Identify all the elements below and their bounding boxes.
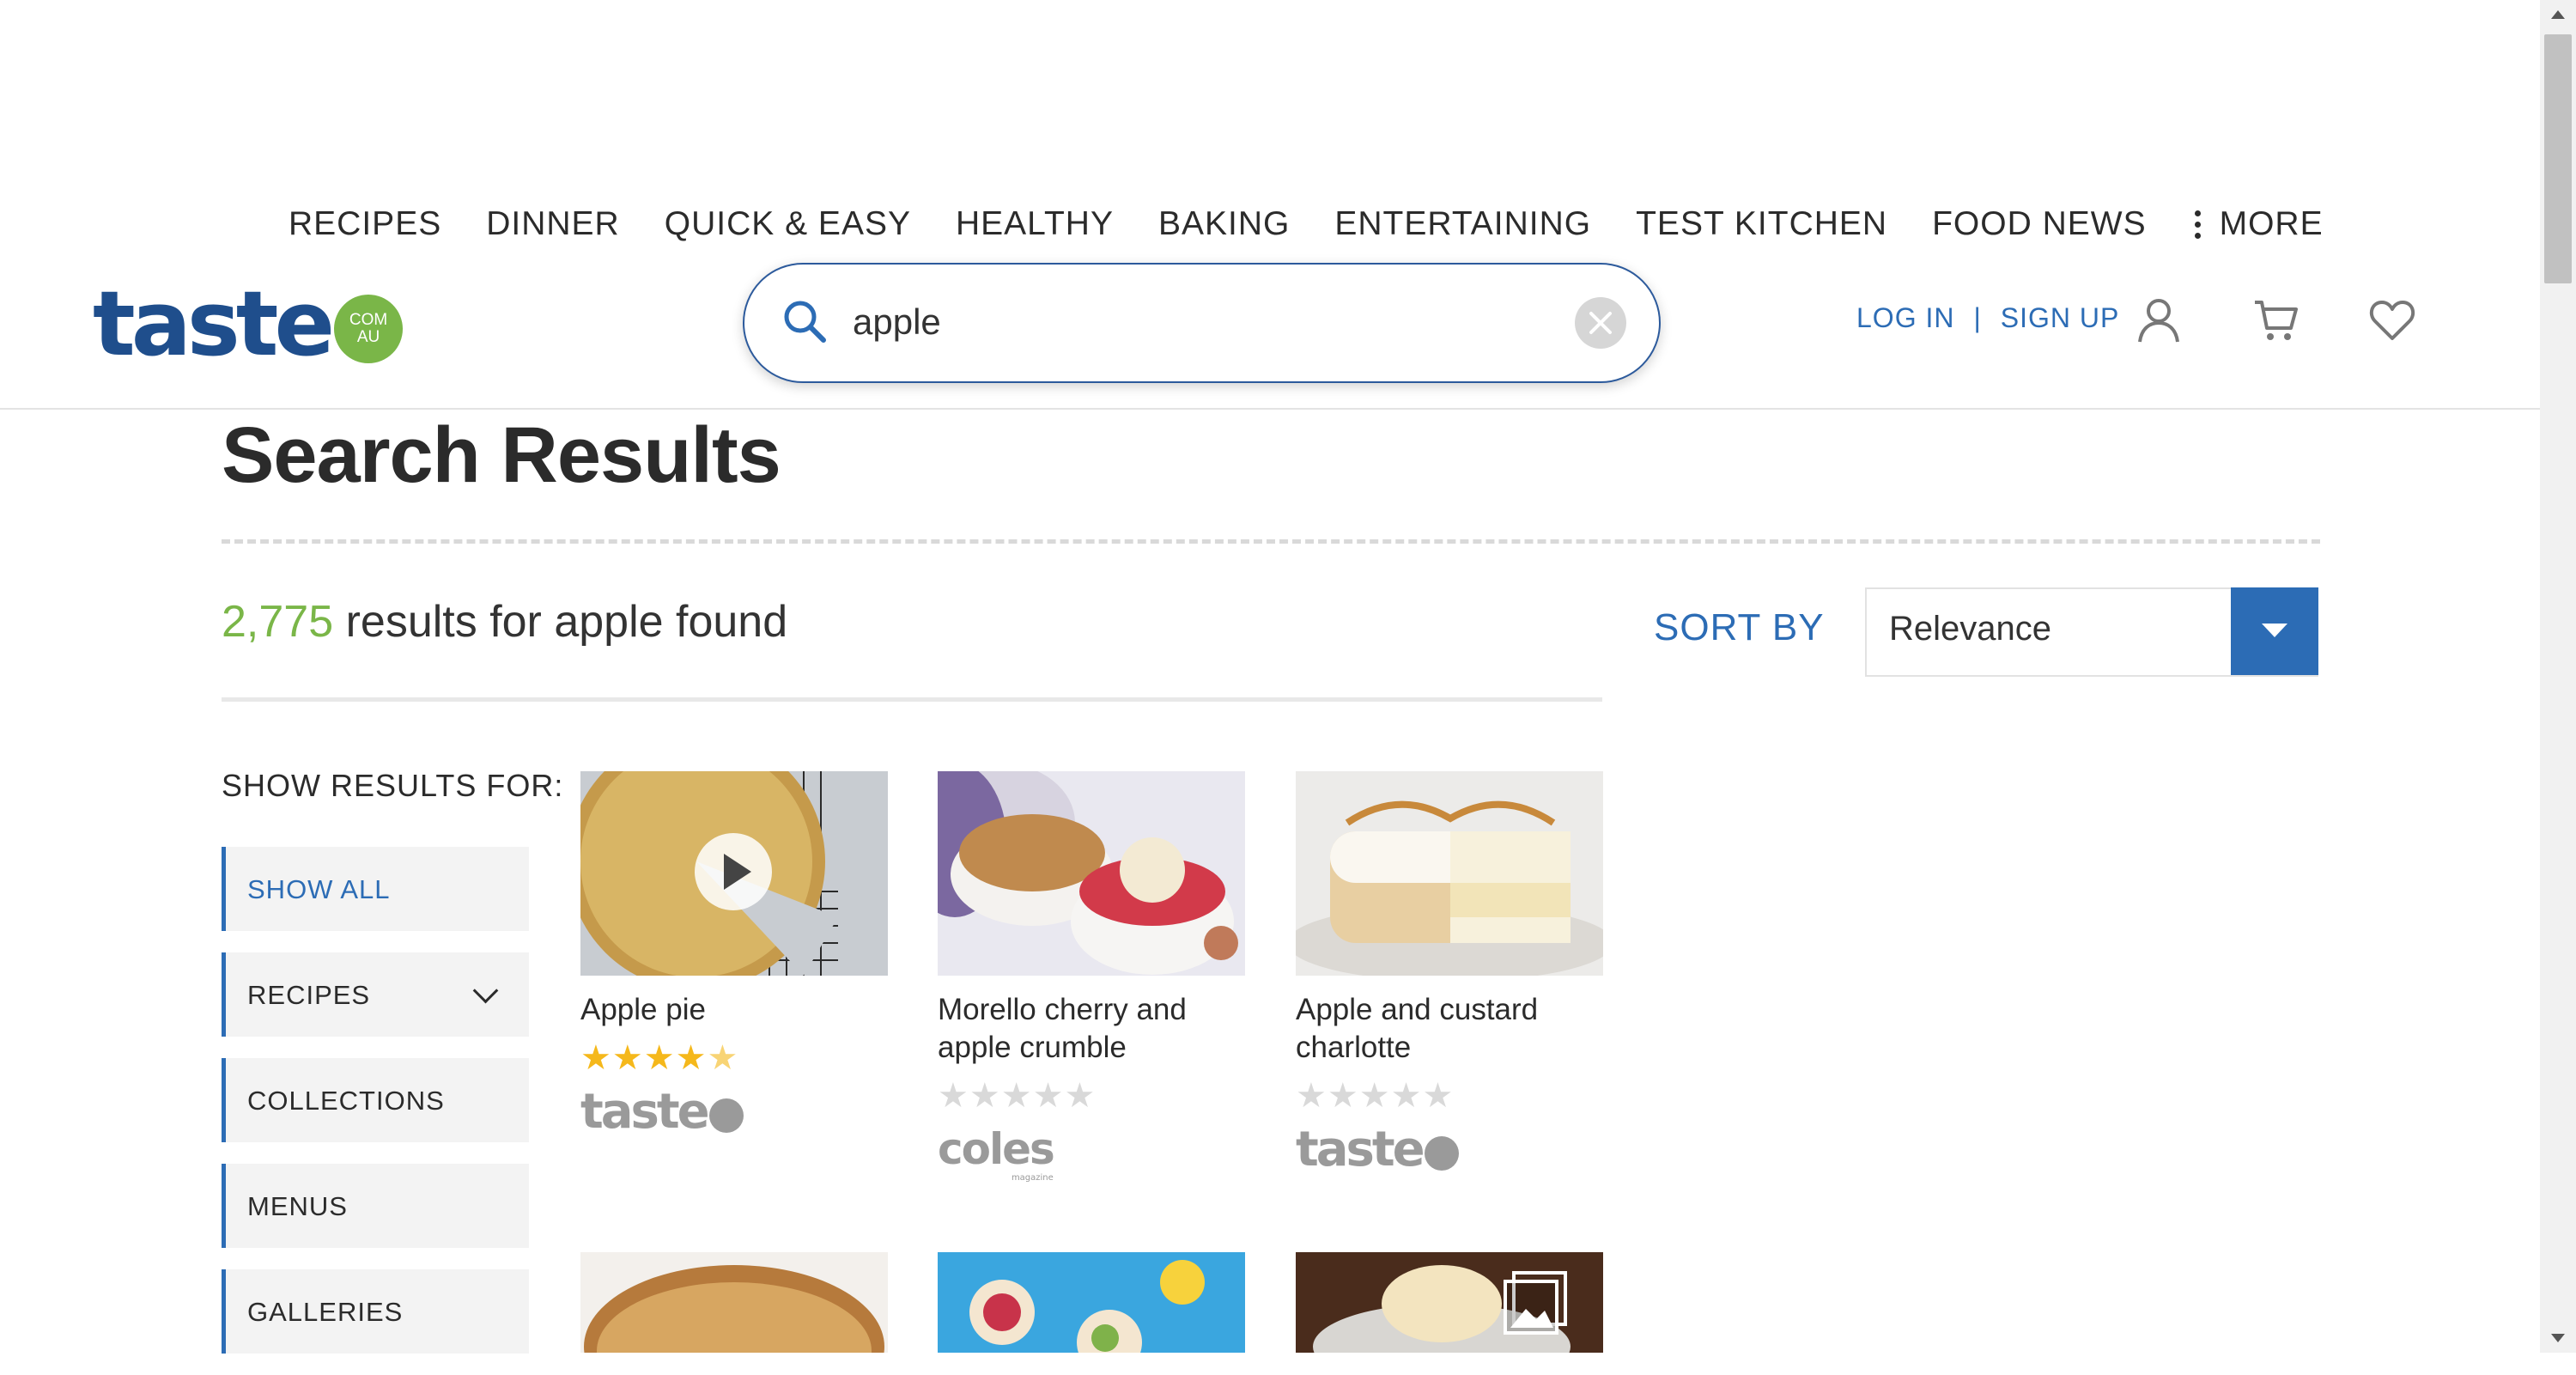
results-count: 2,775 results for apple found bbox=[222, 596, 787, 648]
search-input[interactable]: apple bbox=[853, 294, 941, 350]
sort-select[interactable]: Relevance bbox=[1865, 587, 2318, 677]
nav-entertaining[interactable]: ENTERTAINING bbox=[1334, 205, 1591, 243]
results-text: results for apple found bbox=[333, 597, 788, 647]
result-card[interactable]: Morello cherry and apple crumble ★★★★★ c… bbox=[938, 771, 1245, 1183]
recipe-image[interactable] bbox=[1296, 771, 1603, 976]
nav-baking[interactable]: BAKING bbox=[1158, 205, 1290, 243]
recipe-title[interactable]: Morello cherry and apple crumble bbox=[938, 991, 1245, 1067]
brand-coles-wordmark: coles magazine bbox=[938, 1124, 1055, 1183]
filter-label: SHOW ALL bbox=[247, 874, 391, 904]
page-title: Search Results bbox=[222, 411, 781, 499]
recipe-image[interactable] bbox=[1296, 1252, 1603, 1353]
title-divider bbox=[222, 539, 2320, 544]
login-link[interactable]: LOG IN bbox=[1856, 302, 1954, 334]
nav-dinner[interactable]: DINNER bbox=[486, 205, 620, 243]
recipe-image[interactable] bbox=[938, 771, 1245, 976]
filter-label: RECIPES bbox=[247, 980, 371, 1010]
filter-title: SHOW RESULTS FOR: bbox=[222, 768, 564, 803]
logo-badge-com: COM bbox=[349, 311, 388, 330]
filter-collections[interactable]: COLLECTIONS bbox=[222, 1058, 529, 1142]
heart-icon[interactable] bbox=[2368, 295, 2416, 344]
nav-recipes[interactable]: RECIPES bbox=[289, 205, 441, 243]
gallery-icon bbox=[1504, 1271, 1567, 1335]
sort-by-label: SORT BY bbox=[1654, 606, 1825, 648]
recipe-title[interactable]: Apple and custard charlotte bbox=[1296, 991, 1603, 1067]
brand-taste-wordmark: taste bbox=[580, 1083, 710, 1140]
recipe-image[interactable] bbox=[580, 771, 888, 976]
scroll-up-arrow[interactable] bbox=[2551, 10, 2565, 19]
brand-coles-name: coles bbox=[938, 1124, 1055, 1174]
clear-search-button[interactable] bbox=[1575, 297, 1626, 349]
page-scrollbar[interactable] bbox=[2540, 0, 2576, 1353]
sort-select-value: Relevance bbox=[1889, 610, 2052, 648]
nav-more[interactable]: MORE bbox=[2191, 205, 2324, 243]
result-card[interactable] bbox=[1296, 1252, 1603, 1353]
search-box[interactable]: apple bbox=[743, 263, 1661, 383]
result-card[interactable] bbox=[580, 1252, 888, 1353]
main-navigation: RECIPES DINNER QUICK & EASY HEALTHY BAKI… bbox=[289, 198, 2368, 251]
filter-label: MENUS bbox=[247, 1191, 348, 1221]
taste-logo[interactable]: taste COM AU bbox=[93, 271, 404, 376]
chevron-down-icon bbox=[472, 977, 499, 1004]
charlotte-photo bbox=[1296, 771, 1603, 976]
logo-badge-au: AU bbox=[356, 328, 380, 346]
logo-wordmark: taste bbox=[93, 271, 335, 376]
nav-quick-easy[interactable]: QUICK & EASY bbox=[665, 205, 911, 243]
crumble-photo bbox=[938, 771, 1245, 976]
brand-logo: taste bbox=[1296, 1121, 1603, 1177]
nav-healthy[interactable]: HEALTHY bbox=[956, 205, 1114, 243]
nav-test-kitchen[interactable]: TEST KITCHEN bbox=[1636, 205, 1887, 243]
star-rating: ★★★★★ bbox=[1296, 1077, 1455, 1115]
recipe-photo bbox=[938, 1252, 1245, 1353]
filter-list: SHOW ALL RECIPES COLLECTIONS MENUS GALLE… bbox=[222, 847, 529, 1375]
brand-badge bbox=[1424, 1136, 1459, 1171]
brand-taste-wordmark: taste bbox=[1296, 1121, 1425, 1177]
filter-menus[interactable]: MENUS bbox=[222, 1164, 529, 1248]
nav-more-label: MORE bbox=[2219, 205, 2324, 242]
filter-galleries[interactable]: GALLERIES bbox=[222, 1269, 529, 1354]
clear-icon bbox=[1589, 312, 1612, 334]
recipe-title[interactable]: Apple pie bbox=[580, 991, 888, 1029]
logo-badge: COM AU bbox=[334, 295, 404, 363]
scroll-down-arrow[interactable] bbox=[2551, 1334, 2565, 1342]
auth-links: LOG IN | SIGN UP bbox=[1856, 302, 2119, 334]
recipe-photo bbox=[580, 1252, 888, 1353]
brand-badge bbox=[708, 1098, 744, 1133]
result-card[interactable] bbox=[938, 1252, 1245, 1353]
result-card[interactable]: Apple and custard charlotte ★★★★★ taste bbox=[1296, 771, 1603, 1177]
brand-coles-sub: magazine bbox=[1011, 1173, 1054, 1183]
filter-recipes[interactable]: RECIPES bbox=[222, 952, 529, 1037]
star-rating: ★★★★★ bbox=[938, 1077, 1097, 1115]
filter-label: COLLECTIONS bbox=[247, 1086, 445, 1116]
signup-link[interactable]: SIGN UP bbox=[2001, 302, 2120, 334]
auth-separator: | bbox=[1973, 302, 1982, 333]
scroll-thumb[interactable] bbox=[2544, 34, 2572, 283]
results-number: 2,775 bbox=[222, 597, 334, 647]
caret-down-icon bbox=[2262, 624, 2287, 637]
brand-logo: coles magazine bbox=[938, 1123, 1245, 1183]
results-divider bbox=[222, 697, 1602, 702]
play-video-icon[interactable] bbox=[695, 833, 772, 910]
nav-food-news[interactable]: FOOD NEWS bbox=[1932, 205, 2147, 243]
user-icon[interactable] bbox=[2135, 295, 2183, 344]
site-header: taste COM AU apple LOG IN | SIGN UP bbox=[0, 251, 2540, 410]
recipe-image[interactable] bbox=[938, 1252, 1245, 1353]
recipe-image[interactable] bbox=[580, 1252, 888, 1353]
filter-label: GALLERIES bbox=[247, 1297, 404, 1327]
search-icon[interactable] bbox=[782, 299, 827, 344]
result-card[interactable]: Apple pie ★★★★★ taste bbox=[580, 771, 888, 1140]
more-dots-icon bbox=[2194, 208, 2201, 241]
sort-dropdown-toggle[interactable] bbox=[2231, 587, 2318, 675]
filter-show-all[interactable]: SHOW ALL bbox=[222, 847, 529, 931]
star-rating: ★★★★★ bbox=[580, 1039, 739, 1077]
cart-icon[interactable] bbox=[2251, 295, 2300, 344]
brand-logo: taste bbox=[580, 1083, 888, 1140]
